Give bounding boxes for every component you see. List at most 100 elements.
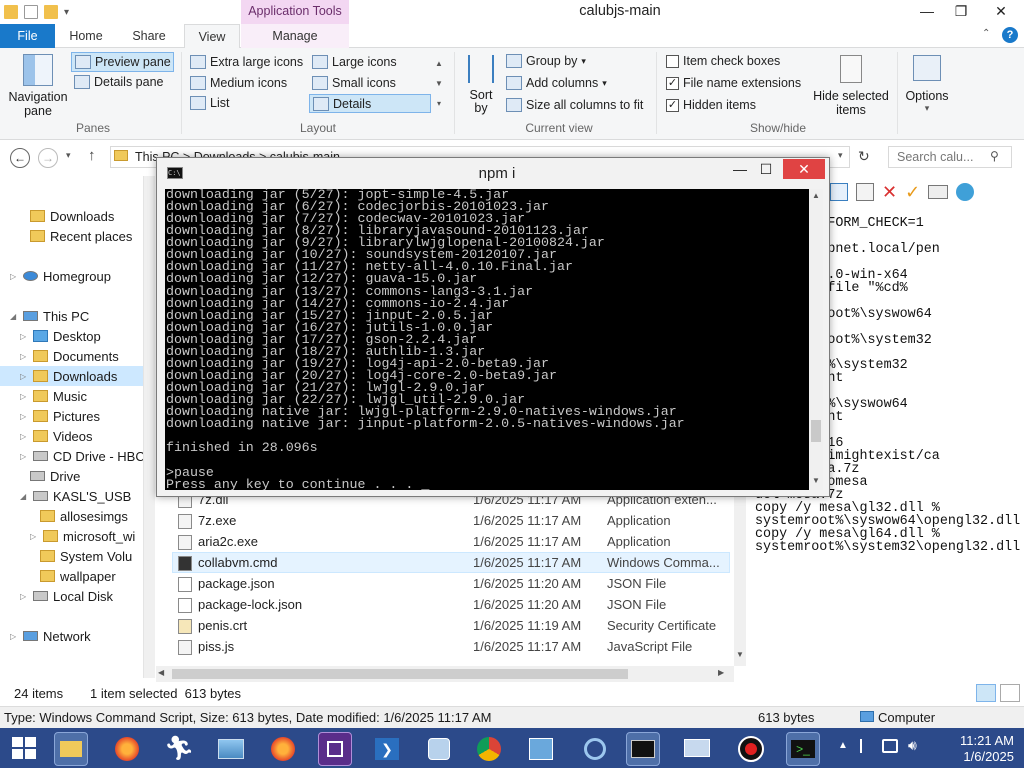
expand-arrow-icon[interactable]: ▷: [20, 392, 28, 401]
expand-arrow-icon[interactable]: ▷: [30, 532, 38, 541]
expand-arrow-icon[interactable]: ▷: [10, 632, 18, 641]
network-settings-taskbar-icon[interactable]: [524, 732, 558, 766]
browser-taskbar-icon[interactable]: [578, 732, 612, 766]
utility-taskbar-icon[interactable]: [422, 732, 456, 766]
nav-item-microsoft[interactable]: ▷ microsoft_wi: [30, 526, 135, 546]
record-taskbar-icon[interactable]: [734, 732, 768, 766]
file-name-extensions-checkbox[interactable]: ✓: [666, 76, 679, 90]
file-row[interactable]: penis.crt 1/6/2025 11:19 AM Security Certi…: [156, 616, 734, 637]
collapse-arrow-icon[interactable]: ◢: [10, 312, 18, 321]
nav-item-recent-places[interactable]: Recent places: [30, 226, 132, 246]
customize-qat-icon[interactable]: ▾: [64, 7, 69, 18]
nav-item-pictures[interactable]: ▷ Pictures: [20, 406, 100, 426]
small-icons-option[interactable]: Small icons: [312, 76, 396, 90]
scroll-right-arrow-icon[interactable]: ▶: [718, 668, 724, 677]
flag-icon[interactable]: [860, 739, 872, 753]
file-name-extensions-toggle[interactable]: ✓ File name extensions: [666, 76, 801, 90]
chevron-up-icon[interactable]: ⌃: [982, 28, 990, 39]
cmd-maximize-button[interactable]: ☐: [757, 161, 775, 181]
nav-item-downloads-fav[interactable]: Downloads: [30, 206, 114, 226]
file-explorer-taskbar-icon[interactable]: [54, 732, 88, 766]
file-list-vertical-scrollbar[interactable]: [734, 490, 746, 666]
nav-item-network[interactable]: ▷ Network: [10, 626, 91, 646]
file-row[interactable]: piss.js 1/6/2025 11:17 AM JavaScript File: [156, 637, 734, 658]
scroll-down-arrow-icon[interactable]: ▼: [810, 476, 822, 485]
nav-item-allosesimgs[interactable]: allosesimgs: [40, 506, 128, 526]
expand-arrow-icon[interactable]: ▷: [10, 272, 18, 281]
nav-scrollbar[interactable]: [143, 176, 155, 678]
nav-item-desktop[interactable]: ▷ Desktop: [20, 326, 101, 346]
sort-by-button[interactable]: Sort by: [464, 55, 498, 117]
nav-item-cd-drive[interactable]: ▷ CD Drive - HBC: [20, 446, 145, 466]
start-button[interactable]: [12, 737, 36, 759]
chrome-taskbar-icon[interactable]: [472, 732, 506, 766]
item-check-boxes-toggle[interactable]: Item check boxes: [666, 54, 780, 68]
cmd-close-button[interactable]: ✕: [783, 159, 825, 179]
nav-item-this-pc[interactable]: ◢ This PC: [10, 306, 89, 326]
expand-arrow-icon[interactable]: ▷: [20, 452, 28, 461]
size-all-columns-button[interactable]: Size all columns to fit: [506, 98, 643, 112]
cmd-minimize-button[interactable]: —: [731, 161, 749, 181]
scroll-up-arrow-icon[interactable]: ▲: [810, 191, 822, 200]
tab-manage[interactable]: Manage: [241, 24, 349, 48]
options-button[interactable]: Options ▾: [902, 55, 952, 114]
horizontal-scroll-thumb[interactable]: [172, 669, 628, 679]
volume-icon[interactable]: 🔊︎: [908, 737, 917, 754]
details-option[interactable]: Details: [309, 94, 431, 113]
hidden-items-checkbox[interactable]: ✓: [666, 98, 679, 112]
large-icons-option[interactable]: Large icons: [312, 55, 397, 69]
nav-item-homegroup[interactable]: ▷ Homegroup: [10, 266, 111, 286]
firefox-taskbar-icon[interactable]: [266, 732, 300, 766]
preview-pane-button[interactable]: Preview pane: [71, 52, 174, 72]
expand-arrow-icon[interactable]: ▷: [20, 352, 28, 361]
nav-item-videos[interactable]: ▷ Videos: [20, 426, 93, 446]
network-tray-icon[interactable]: [882, 739, 898, 753]
nav-item-downloads[interactable]: ▷ Downloads: [20, 366, 117, 386]
remote-desktop-taskbar-icon[interactable]: [680, 732, 714, 766]
back-button[interactable]: ←: [10, 148, 30, 168]
item-check-boxes-checkbox[interactable]: [666, 54, 679, 68]
large-icons-view-icon[interactable]: [1000, 684, 1020, 702]
cmd-scrollbar[interactable]: [809, 189, 823, 490]
cmd-window[interactable]: C:\ npm i — ☐ ✕ downloading jar (5/27): …: [156, 157, 830, 497]
nav-item-wallpaper[interactable]: wallpaper: [40, 566, 116, 586]
expand-arrow-icon[interactable]: ▷: [20, 332, 28, 341]
search-icon[interactable]: ⚲: [990, 149, 999, 163]
chip-app-taskbar-icon[interactable]: [318, 732, 352, 766]
file-row[interactable]: package.json 1/6/2025 11:20 AM JSON File: [156, 574, 734, 595]
cmd-taskbar-icon[interactable]: [626, 732, 660, 766]
add-columns-button[interactable]: Add columns ▾: [506, 76, 607, 90]
expand-arrow-icon[interactable]: ▷: [20, 412, 28, 421]
forward-button[interactable]: →: [38, 148, 58, 168]
list-option[interactable]: List: [190, 96, 229, 110]
nav-item-drive[interactable]: Drive: [30, 466, 80, 486]
nav-item-system-volume[interactable]: System Volu: [40, 546, 132, 566]
layout-scroll[interactable]: ▲ ▼ ▾: [432, 54, 446, 114]
file-row[interactable]: package-lock.json 1/6/2025 11:20 AM JSON F…: [156, 595, 734, 616]
show-hidden-icons-chevron[interactable]: ▲: [838, 740, 848, 751]
minimize-button[interactable]: —: [912, 1, 942, 21]
expand-arrow-icon[interactable]: ▷: [20, 372, 28, 381]
details-view-icon[interactable]: [976, 684, 996, 702]
picture-viewer-taskbar-icon[interactable]: [214, 732, 248, 766]
powershell-taskbar-icon[interactable]: ❯: [370, 732, 404, 766]
cmd-console-output[interactable]: downloading jar (5/27): jopt-simple-4.5.…: [165, 189, 809, 490]
restore-button[interactable]: ❐: [946, 1, 976, 21]
expand-arrow-icon[interactable]: ▷: [20, 432, 28, 441]
navigation-pane-button[interactable]: Navigation pane: [8, 54, 68, 124]
tab-view[interactable]: View: [184, 24, 240, 49]
hide-selected-items-button[interactable]: Hide selected items: [812, 55, 890, 117]
tab-home[interactable]: Home: [60, 24, 112, 48]
refresh-icon[interactable]: ↻: [858, 148, 870, 165]
cmd-scroll-thumb[interactable]: [811, 420, 821, 442]
extra-large-icons-option[interactable]: Extra large icons: [190, 55, 303, 69]
medium-icons-option[interactable]: Medium icons: [190, 76, 287, 90]
hidden-items-toggle[interactable]: ✓ Hidden items: [666, 98, 756, 112]
file-row[interactable]: collabvm.cmd 1/6/2025 11:17 AM Windows Com…: [156, 553, 734, 574]
scroll-left-arrow-icon[interactable]: ◀: [158, 668, 164, 677]
taskbar-clock[interactable]: 11:21 AM 1/6/2025: [936, 733, 1014, 765]
terminal-taskbar-icon[interactable]: >_: [786, 732, 820, 766]
file-row[interactable]: 7z.exe 1/6/2025 11:17 AM Application: [156, 511, 734, 532]
expand-arrow-icon[interactable]: ▷: [20, 592, 28, 601]
group-by-button[interactable]: Group by ▾: [506, 54, 586, 68]
